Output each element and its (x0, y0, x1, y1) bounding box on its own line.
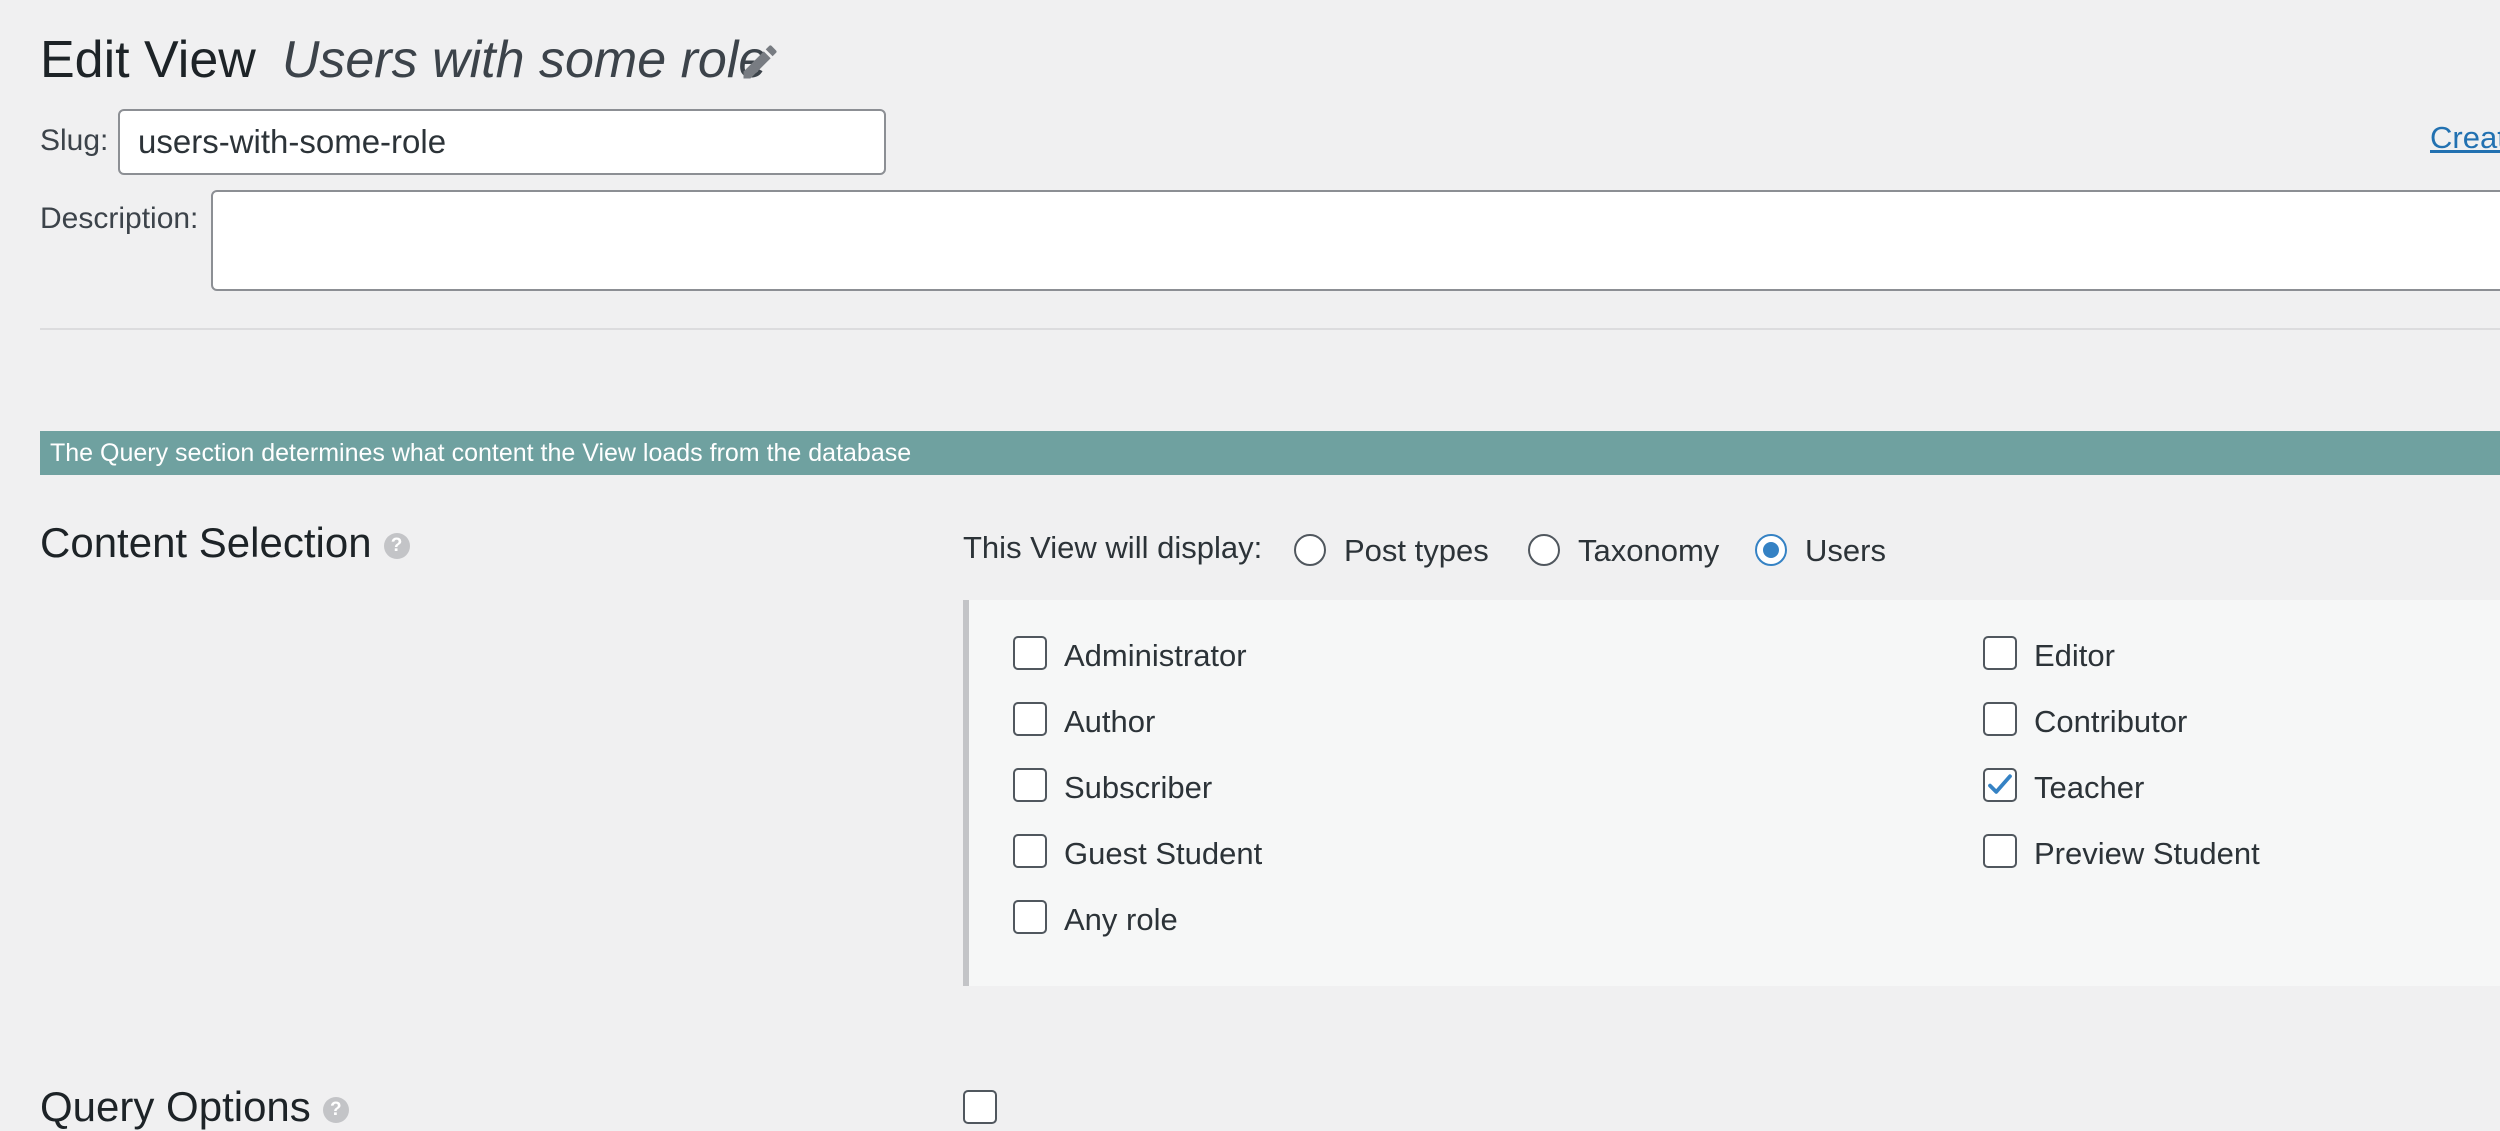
checkbox-subscriber[interactable] (1013, 768, 1047, 802)
radio-post-types-label[interactable]: Post types (1344, 533, 1489, 569)
role-label-subscriber[interactable]: Subscriber (1064, 770, 1212, 806)
page-title-text: Edit View (40, 31, 256, 89)
checkbox-guest-student[interactable] (1013, 834, 1047, 868)
role-label-preview-student[interactable]: Preview Student (2034, 836, 2260, 872)
role-label-guest-student[interactable]: Guest Student (1064, 836, 1262, 872)
radio-taxonomy-label[interactable]: Taxonomy (1578, 533, 1719, 569)
checkbox-preview-student[interactable] (1983, 834, 2017, 868)
query-options-title-text: Query Options (40, 1083, 311, 1130)
query-options-title: Query Options? (40, 1083, 349, 1131)
page-title: Edit View Users with some role (40, 28, 767, 92)
role-label-editor[interactable]: Editor (2034, 638, 2115, 674)
checkbox-editor[interactable] (1983, 636, 2017, 670)
role-label-any-role[interactable]: Any role (1064, 902, 1178, 938)
checkbox-administrator[interactable] (1013, 636, 1047, 670)
role-label-administrator[interactable]: Administrator (1064, 638, 1247, 674)
role-label-contributor[interactable]: Contributor (2034, 704, 2187, 740)
display-label: This View will display: (963, 530, 1263, 565)
role-label-teacher[interactable]: Teacher (2034, 770, 2144, 806)
checkbox-contributor[interactable] (1983, 702, 2017, 736)
slug-label: Slug: (40, 124, 109, 157)
help-icon[interactable]: ? (383, 532, 410, 559)
content-selection-title-text: Content Selection (40, 519, 372, 566)
checkbox-any-role[interactable] (1013, 900, 1047, 934)
edit-name-pencil-icon[interactable] (738, 40, 782, 84)
divider (40, 328, 2500, 330)
create-link[interactable]: Creat (2430, 120, 2500, 156)
checkbox-teacher[interactable] (1983, 768, 2017, 802)
content-selection-title: Content Selection? (40, 519, 410, 567)
description-field[interactable] (211, 190, 2500, 291)
slug-input[interactable] (118, 109, 886, 175)
query-info-bar: The Query section determines what conten… (40, 431, 2500, 475)
description-label: Description: (40, 202, 199, 235)
help-icon[interactable]: ? (322, 1096, 349, 1123)
radio-selected-dot (1763, 542, 1779, 558)
radio-users[interactable] (1755, 534, 1787, 566)
checkbox-query-option[interactable] (963, 1090, 997, 1124)
role-label-author[interactable]: Author (1064, 704, 1155, 740)
checkbox-author[interactable] (1013, 702, 1047, 736)
checkmark-icon (1988, 774, 2012, 794)
radio-post-types[interactable] (1294, 534, 1326, 566)
view-name: Users with some role (281, 31, 768, 89)
radio-taxonomy[interactable] (1528, 534, 1560, 566)
radio-users-label[interactable]: Users (1805, 533, 1886, 569)
